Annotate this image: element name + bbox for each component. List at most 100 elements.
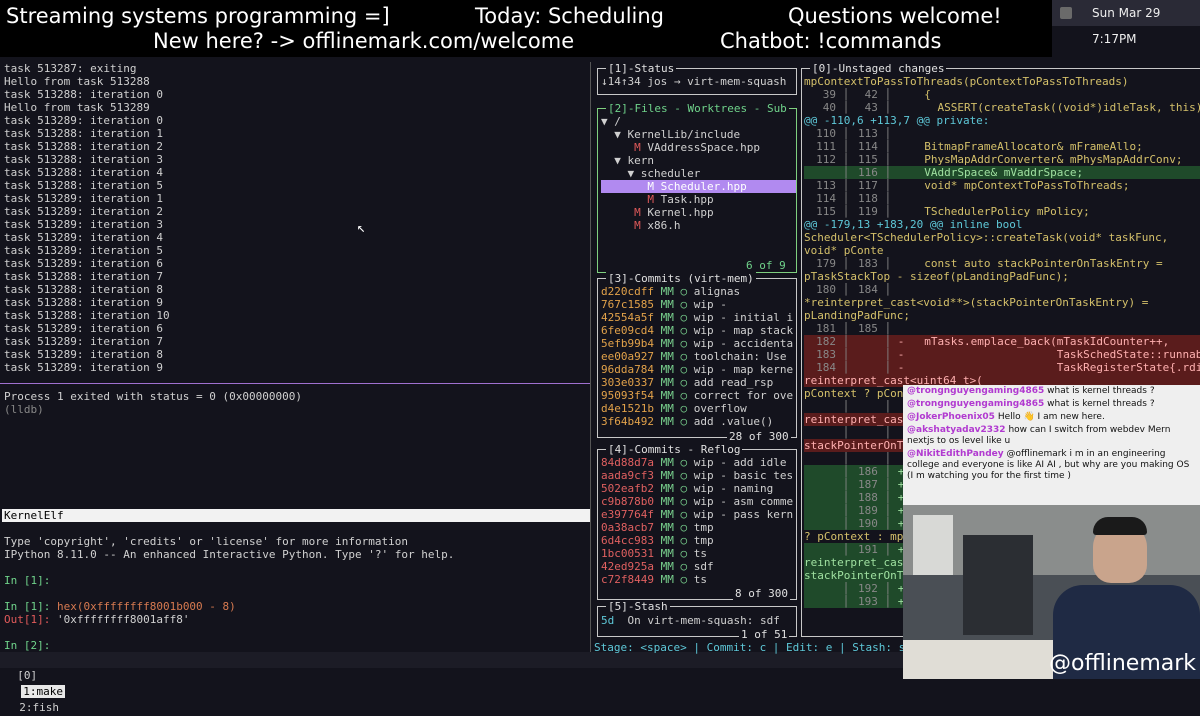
diff-line[interactable]: 39 │ 42 │ { (804, 88, 1200, 101)
file-tree-item[interactable]: M Scheduler.hpp (601, 180, 796, 193)
menubar-datetime[interactable]: Sun Mar 29 7:17PM (1092, 0, 1200, 52)
menubar-app-icon[interactable] (1060, 7, 1072, 19)
diff-line-text: PhysMapAddrConverter& mPhysMapAddrConv; (897, 153, 1183, 166)
diff-line[interactable]: 180 │ 184 │ (804, 283, 1200, 296)
diff-new-lineno: 193 (858, 595, 878, 608)
file-tree-item[interactable]: ▼ KernelLib/include (601, 128, 796, 141)
webcam-feed: @offlinemark (903, 505, 1200, 679)
diff-line[interactable]: 112 │ 115 │ PhysMapAddrConverter& mPhysM… (804, 153, 1200, 166)
diff-line[interactable]: 179 │ 183 │ const auto stackPointerOnTas… (804, 257, 1200, 270)
ipython-terminal[interactable]: Type 'copyright', 'credits' or 'license'… (4, 535, 590, 652)
commit-sha: c9b878b0 (601, 495, 654, 508)
diff-gutter-separator: │ (836, 140, 856, 153)
commit-message: correct for ove (693, 389, 794, 402)
commit-row[interactable]: 95093f54 MM ○ correct for ove (601, 389, 796, 402)
commit-flag: MM (660, 298, 674, 311)
terminal-line: task 513288: iteration 4 (4, 166, 163, 179)
diff-line-text: ASSERT(createTask((void*)idleTask, this)… (897, 101, 1200, 114)
diff-line[interactable]: 181 │ 185 │ (804, 322, 1200, 335)
commit-message: wip - initial i (693, 311, 794, 324)
reflog-row[interactable]: 0a38acb7 MM ○ tmp (601, 521, 796, 534)
diff-gutter-separator: │ (836, 179, 856, 192)
reflog-row[interactable]: c9b878b0 MM ○ wip - asm comme (601, 495, 796, 508)
diff-line[interactable]: 111 │ 114 │ BitmapFrameAllocator& mFrame… (804, 140, 1200, 153)
commit-row[interactable]: d4e1521b MM ○ overflow (601, 402, 796, 415)
commit-row[interactable]: 96dda784 MM ○ wip - map kerne (601, 363, 796, 376)
reflog-row[interactable]: aada9cf3 MM ○ wip - basic tes (601, 469, 796, 482)
commit-row[interactable]: 767c1585 MM ○ wip - (601, 298, 796, 311)
file-tree-item[interactable]: M x86.h (601, 219, 796, 232)
diff-line[interactable]: 110 │ 113 │ (804, 127, 1200, 140)
reflog-row[interactable]: 6d4cc983 MM ○ tmp (601, 534, 796, 547)
webcam-desk (903, 640, 1053, 679)
diff-line[interactable]: 182 │ │ - mTasks.emplace_back(mTaskIdCou… (804, 335, 1200, 348)
diff-line[interactable]: Scheduler<TSchedulerPolicy>::createTask(… (804, 231, 1200, 244)
commit-row[interactable]: 6fe09cd4 MM ○ wip - map stack (601, 324, 796, 337)
commit-row[interactable]: 3f64b492 MM ○ add .value() (601, 415, 796, 428)
stash-entry[interactable]: 5d On virt-mem-squash: sdf (601, 614, 796, 627)
diff-line[interactable]: 113 │ 117 │ void* mpContextToPassToThrea… (804, 179, 1200, 192)
file-tree-item[interactable]: ▼ / (601, 115, 796, 128)
diff-new-lineno: 114 (858, 140, 878, 153)
commit-flag: MM (660, 456, 674, 469)
diff-line[interactable]: @@ -110,6 +113,7 @@ private: (804, 114, 1200, 127)
diff-new-lineno: 188 (858, 491, 878, 504)
files-panel[interactable]: ▼ / ▼ KernelLib/include M VAddressSpace.… (597, 108, 797, 273)
reflog-row[interactable]: 502eafb2 MM ○ wip - naming (601, 482, 796, 495)
tmux-session-label: [0] (17, 669, 38, 682)
commit-sha: 84d88d7a (601, 456, 654, 469)
commit-row[interactable]: 303e0337 MM ○ add read_rsp (601, 376, 796, 389)
commit-flag: MM (660, 508, 674, 521)
diff-old-lineno: 110 (816, 127, 836, 140)
commit-flag: MM (660, 402, 674, 415)
commit-message: sdf (693, 560, 714, 573)
diff-line[interactable]: 40 │ 43 │ ASSERT(createTask((void*)idleT… (804, 101, 1200, 114)
commit-row[interactable]: d220cdff MM ○ alignas (601, 285, 796, 298)
commit-row[interactable]: ee00a927 MM ○ toolchain: Use (601, 350, 796, 363)
reflog-row[interactable]: e397764f MM ○ wip - pass kern (601, 508, 796, 521)
commit-sha: 3f64b492 (601, 415, 654, 428)
ipython-command: hex(0xffffffff8001b000 - 8) (56, 600, 236, 613)
commit-row[interactable]: 5efb99b4 MM ○ wip - accidenta (601, 337, 796, 350)
diff-line[interactable]: 184 │ │ - TaskRegisterState{.rdi = (804, 361, 1200, 374)
diff-line[interactable]: pTaskStackTop - sizeof(pLandingPadFunc); (804, 270, 1200, 283)
commit-message: wip - map stack (693, 324, 794, 337)
diff-gutter-separator: │ (877, 322, 898, 335)
tmux-tab-fish[interactable]: 2:fish (19, 701, 59, 714)
reflog-row[interactable]: 1bc00531 MM ○ ts (601, 547, 796, 560)
commit-row[interactable]: 42554a5f MM ○ wip - initial i (601, 311, 796, 324)
diff-line[interactable]: @@ -179,13 +183,20 @@ inline bool (804, 218, 1200, 231)
ipython-prompt: In [1]: (4, 600, 57, 613)
diff-gutter-separator: │ (836, 595, 856, 608)
ipython-input-prompt[interactable]: In [2]: (4, 639, 590, 652)
chat-text: what is kernel threads ? (1047, 399, 1155, 409)
commits-panel[interactable]: d220cdff MM ○ alignas 767c1585 MM ○ wip -… (597, 278, 797, 438)
file-tree-label: ▼ scheduler (627, 167, 701, 180)
file-tree-item[interactable]: M Kernel.hpp (601, 206, 796, 219)
diff-line[interactable]: 114 │ 118 │ (804, 192, 1200, 205)
tmux-tab-make[interactable]: 1:make (21, 685, 65, 698)
diff-line[interactable]: mpContextToPassToThreads(pContextToPassT… (804, 75, 1200, 88)
diff-line[interactable]: pLandingPadFunc; (804, 309, 1200, 322)
diff-line[interactable]: *reinterpret_cast<void**>(stackPointerOn… (804, 296, 1200, 309)
reflog-row[interactable]: 42ed925a MM ○ sdf (601, 560, 796, 573)
commit-graph-icon: ○ (680, 482, 688, 495)
file-tree-label: Scheduler.hpp (660, 180, 747, 193)
banner-topic: Today: Scheduling (475, 4, 665, 28)
reflog-row[interactable]: 84d88d7a MM ○ wip - add idle (601, 456, 796, 469)
diff-new-lineno: 183 (858, 257, 878, 270)
file-tree-item[interactable]: ▼ scheduler (601, 167, 796, 180)
diff-line[interactable]: 183 │ │ - TaskSchedState::runnable, (804, 348, 1200, 361)
reflog-row[interactable]: c72f8449 MM ○ ts (601, 573, 796, 586)
diff-line[interactable]: 115 │ 119 │ TSchedulerPolicy mPolicy; (804, 205, 1200, 218)
diff-line[interactable]: void* pConte (804, 244, 1200, 257)
file-tree-item[interactable]: M Task.hpp (601, 193, 796, 206)
file-tree-item[interactable]: M VAddressSpace.hpp (601, 141, 796, 154)
lldb-prompt[interactable]: (lldb) (4, 403, 590, 416)
banner-title: Streaming systems programming =] (6, 4, 390, 28)
reflog-panel[interactable]: 84d88d7a MM ○ wip - add idle aada9cf3 MM … (597, 449, 797, 600)
file-tree-item[interactable]: ▼ kern (601, 154, 796, 167)
diff-line-text: { (897, 88, 931, 101)
diff-line[interactable]: │ 116 │ VAddrSpace& mVaddrSpace; (804, 166, 1200, 179)
left-terminal[interactable]: task 513287: exiting Hello from task 5132… (0, 62, 590, 380)
